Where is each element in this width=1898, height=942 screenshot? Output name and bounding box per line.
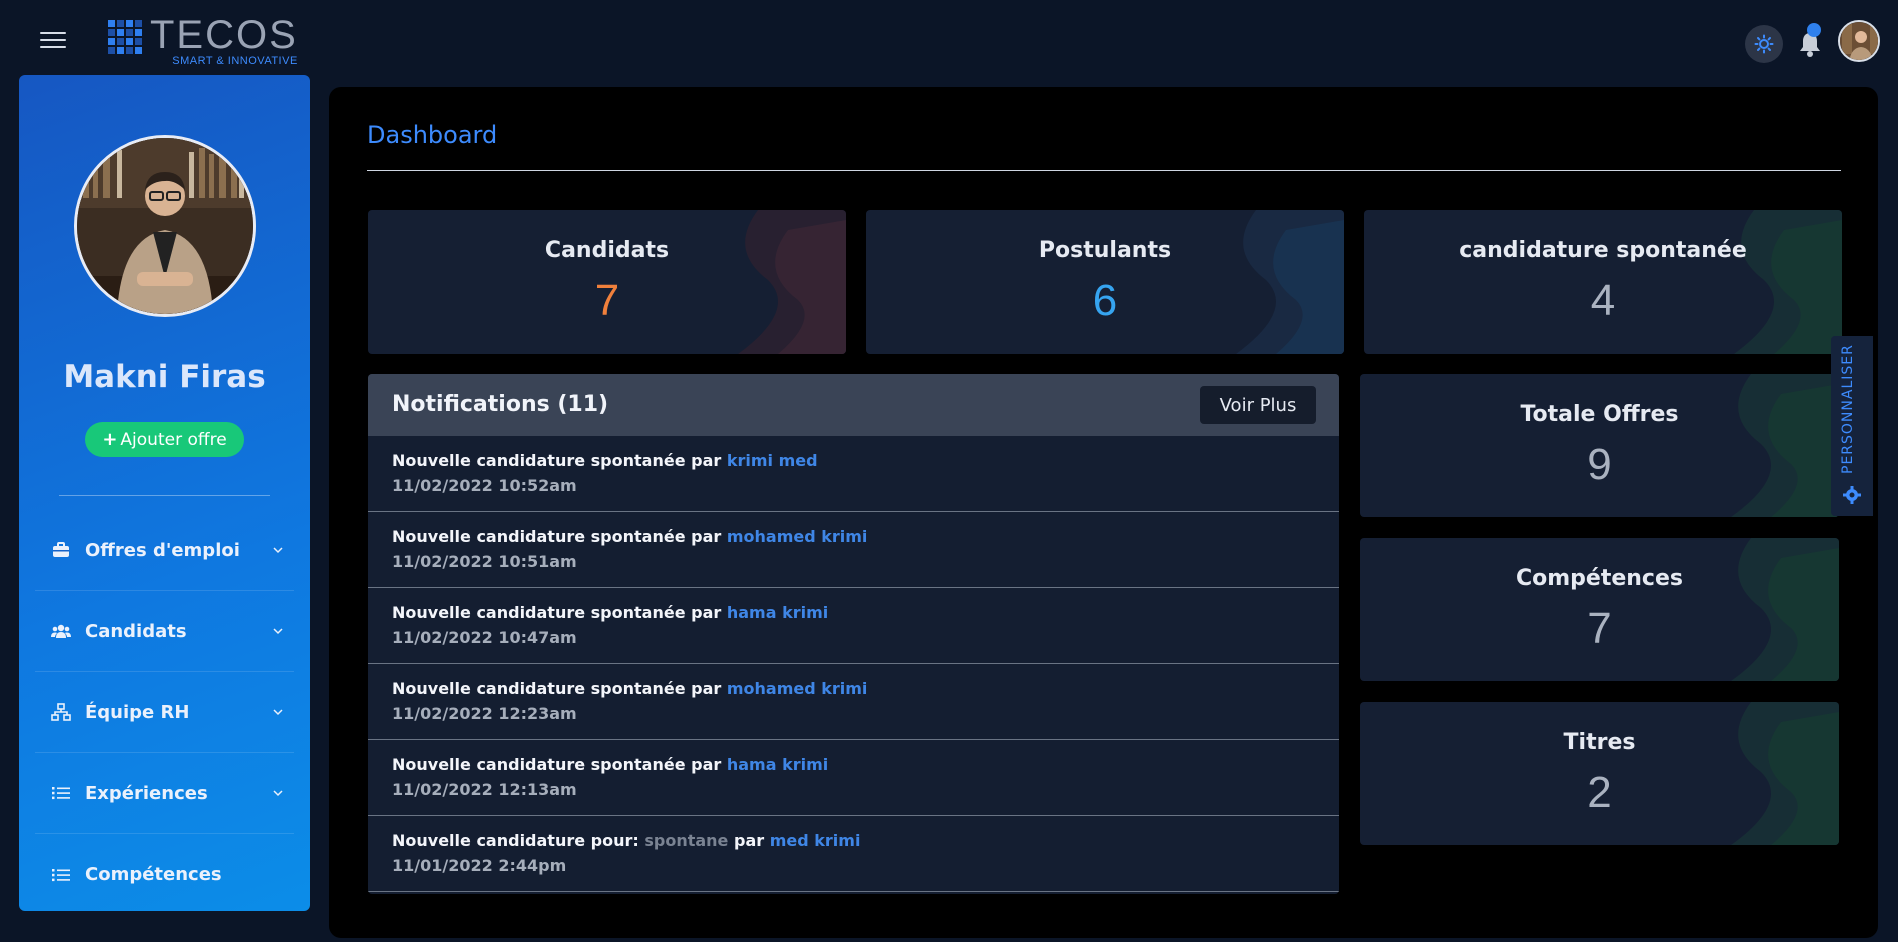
- stat-label: candidature spontanée: [1459, 238, 1747, 263]
- sidebar-item-label: Offres d'emploi: [85, 539, 240, 561]
- stat-label: Postulants: [1038, 238, 1172, 263]
- notification-text: Nouvelle candidature spontanée par: [392, 451, 722, 470]
- add-offer-button[interactable]: + Ajouter offre: [85, 422, 244, 457]
- notification-date: 11/02/2022 10:47am: [392, 628, 577, 647]
- stat-value: 7: [594, 276, 620, 325]
- user-name: Makni Firas: [63, 359, 266, 395]
- sidebar-item-label: Compétences: [85, 864, 222, 885]
- stat-card-candidature-spontanee[interactable]: candidature spontanée 4: [1364, 210, 1842, 354]
- briefcase-icon: [51, 540, 71, 560]
- stat-card-totale-offres[interactable]: Totale Offres 9: [1360, 374, 1839, 517]
- stat-value: 7: [1587, 604, 1612, 653]
- notification-text: par: [733, 831, 765, 850]
- profile-photo: [74, 135, 256, 317]
- stat-value: 9: [1587, 440, 1612, 489]
- candidate-link[interactable]: krimi med: [727, 451, 818, 470]
- stat-card-postulants[interactable]: Postulants 6: [866, 210, 1344, 354]
- logo-mark-icon: [108, 20, 142, 54]
- notification-date: 11/02/2022 12:23am: [392, 704, 577, 723]
- sitemap-icon: [51, 702, 71, 722]
- notification-dot: [1807, 23, 1821, 37]
- notification-date: 11/01/2022 2:44pm: [392, 856, 567, 875]
- stat-value: 4: [1590, 276, 1616, 325]
- notifications-header: Notifications (11) Voir Plus: [368, 374, 1339, 436]
- add-offer-label: Ajouter offre: [120, 429, 227, 450]
- sidebar-item-experiences[interactable]: Expériences: [35, 753, 294, 834]
- stat-card-candidats[interactable]: Candidats 7: [368, 210, 846, 354]
- title-divider: [367, 170, 1841, 171]
- sidebar-item-candidats[interactable]: Candidats: [35, 591, 294, 672]
- notifications-title: Notifications (11): [392, 392, 609, 417]
- chevron-down-icon: [273, 709, 283, 716]
- notifications-panel: Notifications (11) Voir Plus Nouvelle ca…: [368, 374, 1339, 894]
- candidate-link[interactable]: hama krimi: [727, 603, 828, 622]
- list-item[interactable]: Nouvelle candidature spontanée par moham…: [368, 664, 1339, 740]
- notification-date: 11/02/2022 10:51am: [392, 552, 577, 571]
- page-title: Dashboard: [367, 121, 498, 149]
- logo-text: TECOS: [150, 13, 298, 57]
- users-icon: [51, 621, 71, 641]
- stat-label: Titres: [1563, 730, 1636, 755]
- candidate-link[interactable]: med krimi: [770, 831, 861, 850]
- chevron-down-icon: [273, 790, 283, 797]
- stat-label: Compétences: [1515, 566, 1683, 591]
- avatar[interactable]: [1838, 20, 1880, 62]
- stat-value: 2: [1587, 768, 1612, 817]
- list-item[interactable]: Nouvelle candidature spontanée par moham…: [368, 512, 1339, 588]
- candidate-link[interactable]: mohamed krimi: [727, 527, 868, 546]
- menu-icon[interactable]: [40, 32, 66, 50]
- main-panel: Dashboard Candidats 7 Postulants 6 candi…: [329, 87, 1878, 938]
- candidate-link[interactable]: hama krimi: [727, 755, 828, 774]
- list-item[interactable]: Nouvelle candidature spontanée par krimi…: [368, 436, 1339, 512]
- stat-value: 6: [1092, 276, 1118, 325]
- logo-tagline: SMART & INNOVATIVE: [172, 55, 298, 67]
- list-icon: [51, 783, 71, 803]
- theme-toggle-button[interactable]: [1745, 25, 1783, 63]
- notification-text: Nouvelle candidature spontanée par: [392, 603, 722, 622]
- list-item[interactable]: Nouvelle candidature pour: spontane par …: [368, 816, 1339, 892]
- sidebar-item-offres[interactable]: Offres d'emploi: [35, 510, 294, 591]
- notification-date: 11/02/2022 12:13am: [392, 780, 577, 799]
- stat-card-competences[interactable]: Compétences 7: [1360, 538, 1839, 681]
- logo[interactable]: TECOS SMART & INNOVATIVE: [108, 13, 298, 67]
- stat-card-titres[interactable]: Titres 2: [1360, 702, 1839, 845]
- stat-label: Candidats: [544, 238, 670, 263]
- sun-icon: [1754, 34, 1774, 54]
- sidebar-item-label: Expériences: [85, 782, 208, 804]
- list-item[interactable]: Nouvelle candidature spontanée par hama …: [368, 740, 1339, 816]
- notification-text: Nouvelle candidature spontanée par: [392, 527, 722, 546]
- chevron-down-icon: [273, 547, 283, 554]
- list-item[interactable]: Nouvelle candidature spontanée par hama …: [368, 588, 1339, 664]
- sidebar-item-competences[interactable]: Compétences: [35, 834, 294, 915]
- personaliser-tab[interactable]: PERSONNALISER: [1831, 336, 1873, 516]
- personaliser-label: PERSONNALISER: [1840, 344, 1856, 474]
- notification-date: 11/02/2022 10:52am: [392, 476, 577, 495]
- plus-icon: +: [102, 429, 118, 450]
- voir-plus-button[interactable]: Voir Plus: [1200, 386, 1316, 424]
- stat-label: Totale Offres: [1520, 402, 1679, 427]
- gear-icon: [1843, 486, 1861, 504]
- chevron-down-icon: [273, 628, 283, 635]
- offer-link[interactable]: spontane: [644, 831, 728, 850]
- list-icon: [51, 865, 71, 885]
- notification-text: Nouvelle candidature spontanée par: [392, 679, 722, 698]
- top-bar: TECOS SMART & INNOVATIVE: [0, 0, 1898, 78]
- sidebar-item-label: Équipe RH: [85, 701, 190, 723]
- sidebar: Makni Firas + Ajouter offre Offres d'emp…: [19, 75, 310, 911]
- sidebar-item-equipe-rh[interactable]: Équipe RH: [35, 672, 294, 753]
- sidebar-item-label: Candidats: [85, 620, 187, 642]
- candidate-link[interactable]: mohamed krimi: [727, 679, 868, 698]
- notification-text: Nouvelle candidature pour:: [392, 831, 639, 850]
- notification-text: Nouvelle candidature spontanée par: [392, 755, 722, 774]
- sidebar-divider: [59, 495, 270, 496]
- sidebar-nav: Offres d'emploi Candidats Équipe RH Expé…: [19, 510, 310, 915]
